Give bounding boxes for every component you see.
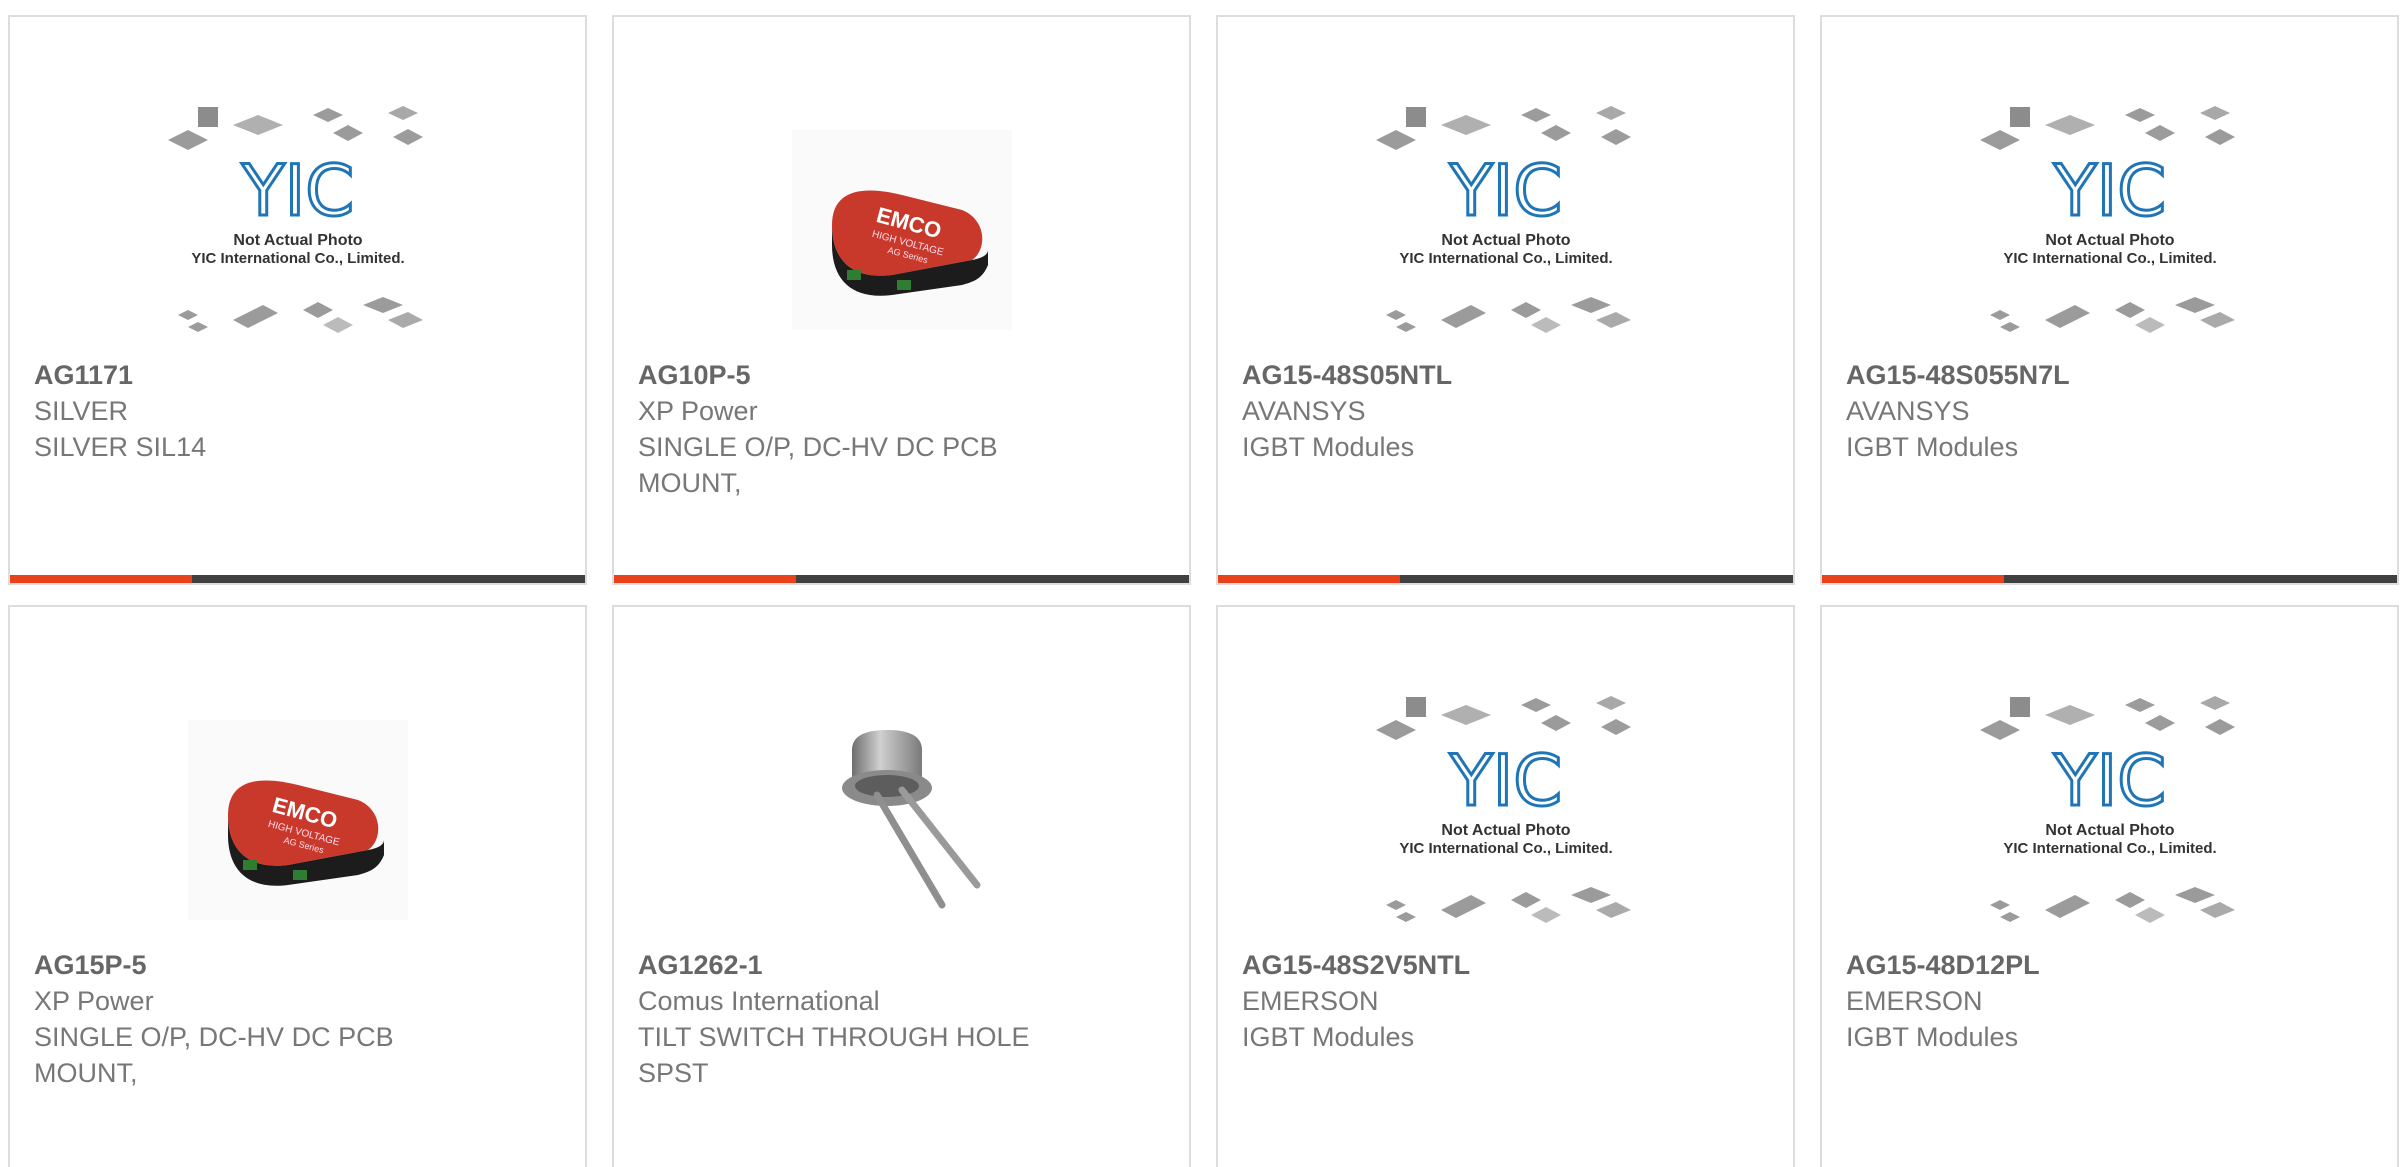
- description: IGBT Modules: [1242, 1022, 1415, 1052]
- tilt-switch-image: [841, 729, 980, 908]
- yic-logo: YIC: [240, 150, 353, 232]
- product-info: AG1262-1 Comus International TILT SWITCH…: [638, 947, 1165, 1091]
- manufacturer: EMERSON: [1242, 986, 1379, 1016]
- description: SILVER SIL14: [34, 432, 207, 462]
- svg-text:Not Actual Photo: Not Actual Photo: [1441, 822, 1570, 839]
- product-card[interactable]: AG1262-1 Comus International TILT SWITCH…: [612, 605, 1191, 1167]
- yic-logo: YIC: [2052, 150, 2165, 232]
- not-actual-photo-placeholder-image: YIC Not Actual Photo YIC International C…: [1979, 105, 2235, 333]
- card-bottom-bar: [614, 575, 1189, 583]
- not-actual-photo-placeholder-image: YIC Not Actual Photo YIC International C…: [167, 105, 423, 333]
- svg-text:Not Actual Photo: Not Actual Photo: [233, 232, 362, 249]
- not-actual-photo-placeholder-image: YIC Not Actual Photo YIC International C…: [1375, 695, 1631, 923]
- yic-logo: YIC: [1448, 150, 1561, 232]
- part-number-link[interactable]: AG15P-5: [34, 950, 147, 980]
- manufacturer: Comus International: [638, 986, 880, 1016]
- svg-text:YIC International Co., Limited: YIC International Co., Limited.: [191, 250, 404, 267]
- not-actual-photo-placeholder-image: YIC Not Actual Photo YIC International C…: [1375, 105, 1631, 333]
- product-info: AG15-48D12PL EMERSON IGBT Modules: [1846, 947, 2373, 1055]
- part-number-link[interactable]: AG15-48S055N7L: [1846, 360, 2070, 390]
- product-image[interactable]: YIC Not Actual Photo YIC International C…: [1218, 97, 1793, 362]
- description: IGBT Modules: [1846, 432, 2019, 462]
- card-bar-accent: [1218, 575, 1400, 583]
- svg-text:YIC International Co., Limited: YIC International Co., Limited.: [1399, 840, 1612, 857]
- product-info: AG15-48S2V5NTL EMERSON IGBT Modules: [1242, 947, 1769, 1055]
- card-bar-accent: [1822, 575, 2004, 583]
- product-card[interactable]: YIC Not Actual Photo YIC International C…: [1216, 15, 1795, 585]
- product-info: AG15-48S055N7L AVANSYS IGBT Modules: [1846, 357, 2373, 465]
- product-image[interactable]: EMCO HIGH VOLTAGE AG Series: [614, 97, 1189, 362]
- description: TILT SWITCH THROUGH HOLE SPST: [638, 1022, 1030, 1088]
- manufacturer: XP Power: [638, 396, 758, 426]
- part-number-link[interactable]: AG15-48S05NTL: [1242, 360, 1452, 390]
- product-card[interactable]: EMCO HIGH VOLTAGE AG Series AG10P-5 XP P…: [612, 15, 1191, 585]
- description: IGBT Modules: [1242, 432, 1415, 462]
- emco-module-image: EMCO HIGH VOLTAGE AG Series: [791, 129, 1012, 330]
- card-bar-accent: [10, 575, 192, 583]
- description: SINGLE O/P, DC-HV DC PCB MOUNT,: [638, 432, 998, 498]
- emco-module-image: EMCO HIGH VOLTAGE AG Series: [187, 719, 408, 920]
- card-bottom-bar: [1822, 575, 2397, 583]
- svg-text:Not Actual Photo: Not Actual Photo: [1441, 232, 1570, 249]
- product-card[interactable]: YIC Not Actual Photo YIC International C…: [1216, 605, 1795, 1167]
- product-image[interactable]: YIC Not Actual Photo YIC International C…: [1822, 97, 2397, 362]
- product-image[interactable]: YIC Not Actual Photo YIC International C…: [1218, 687, 1793, 952]
- manufacturer: AVANSYS: [1242, 396, 1366, 426]
- svg-text:YIC International Co., Limited: YIC International Co., Limited.: [1399, 250, 1612, 267]
- product-image[interactable]: YIC Not Actual Photo YIC International C…: [10, 97, 585, 362]
- svg-text:YIC International Co., Limited: YIC International Co., Limited.: [2003, 840, 2216, 857]
- product-card[interactable]: YIC Not Actual Photo YIC International C…: [8, 15, 587, 585]
- product-image[interactable]: YIC Not Actual Photo YIC International C…: [1822, 687, 2397, 952]
- part-number-link[interactable]: AG10P-5: [638, 360, 751, 390]
- product-card[interactable]: YIC Not Actual Photo YIC International C…: [1820, 15, 2399, 585]
- manufacturer: EMERSON: [1846, 986, 1983, 1016]
- svg-text:YIC International Co., Limited: YIC International Co., Limited.: [2003, 250, 2216, 267]
- not-actual-photo-placeholder-image: YIC Not Actual Photo YIC International C…: [1979, 695, 2235, 923]
- manufacturer: SILVER: [34, 396, 129, 426]
- product-grid: YIC Not Actual Photo YIC International C…: [0, 0, 2400, 1167]
- part-number-link[interactable]: AG1262-1: [638, 950, 763, 980]
- product-info: AG15P-5 XP Power SINGLE O/P, DC-HV DC PC…: [34, 947, 561, 1091]
- manufacturer: XP Power: [34, 986, 154, 1016]
- part-number-link[interactable]: AG15-48D12PL: [1846, 950, 2040, 980]
- part-number-link[interactable]: AG1171: [34, 360, 133, 390]
- svg-text:Not Actual Photo: Not Actual Photo: [2045, 822, 2174, 839]
- product-info: AG15-48S05NTL AVANSYS IGBT Modules: [1242, 357, 1769, 465]
- manufacturer: AVANSYS: [1846, 396, 1970, 426]
- description: SINGLE O/P, DC-HV DC PCB MOUNT,: [34, 1022, 394, 1088]
- product-info: AG1171 SILVER SILVER SIL14: [34, 357, 561, 465]
- product-card[interactable]: YIC Not Actual Photo YIC International C…: [1820, 605, 2399, 1167]
- description: IGBT Modules: [1846, 1022, 2019, 1052]
- card-bar-accent: [614, 575, 796, 583]
- product-image[interactable]: [614, 687, 1189, 952]
- yic-logo: YIC: [2052, 740, 2165, 822]
- svg-text:Not Actual Photo: Not Actual Photo: [2045, 232, 2174, 249]
- card-bottom-bar: [10, 575, 585, 583]
- part-number-link[interactable]: AG15-48S2V5NTL: [1242, 950, 1470, 980]
- product-info: AG10P-5 XP Power SINGLE O/P, DC-HV DC PC…: [638, 357, 1165, 501]
- product-image[interactable]: EMCO HIGH VOLTAGE AG Series: [10, 687, 585, 952]
- product-card[interactable]: EMCO HIGH VOLTAGE AG Series AG15P-5 XP P…: [8, 605, 587, 1167]
- card-bottom-bar: [1218, 575, 1793, 583]
- yic-logo: YIC: [1448, 740, 1561, 822]
